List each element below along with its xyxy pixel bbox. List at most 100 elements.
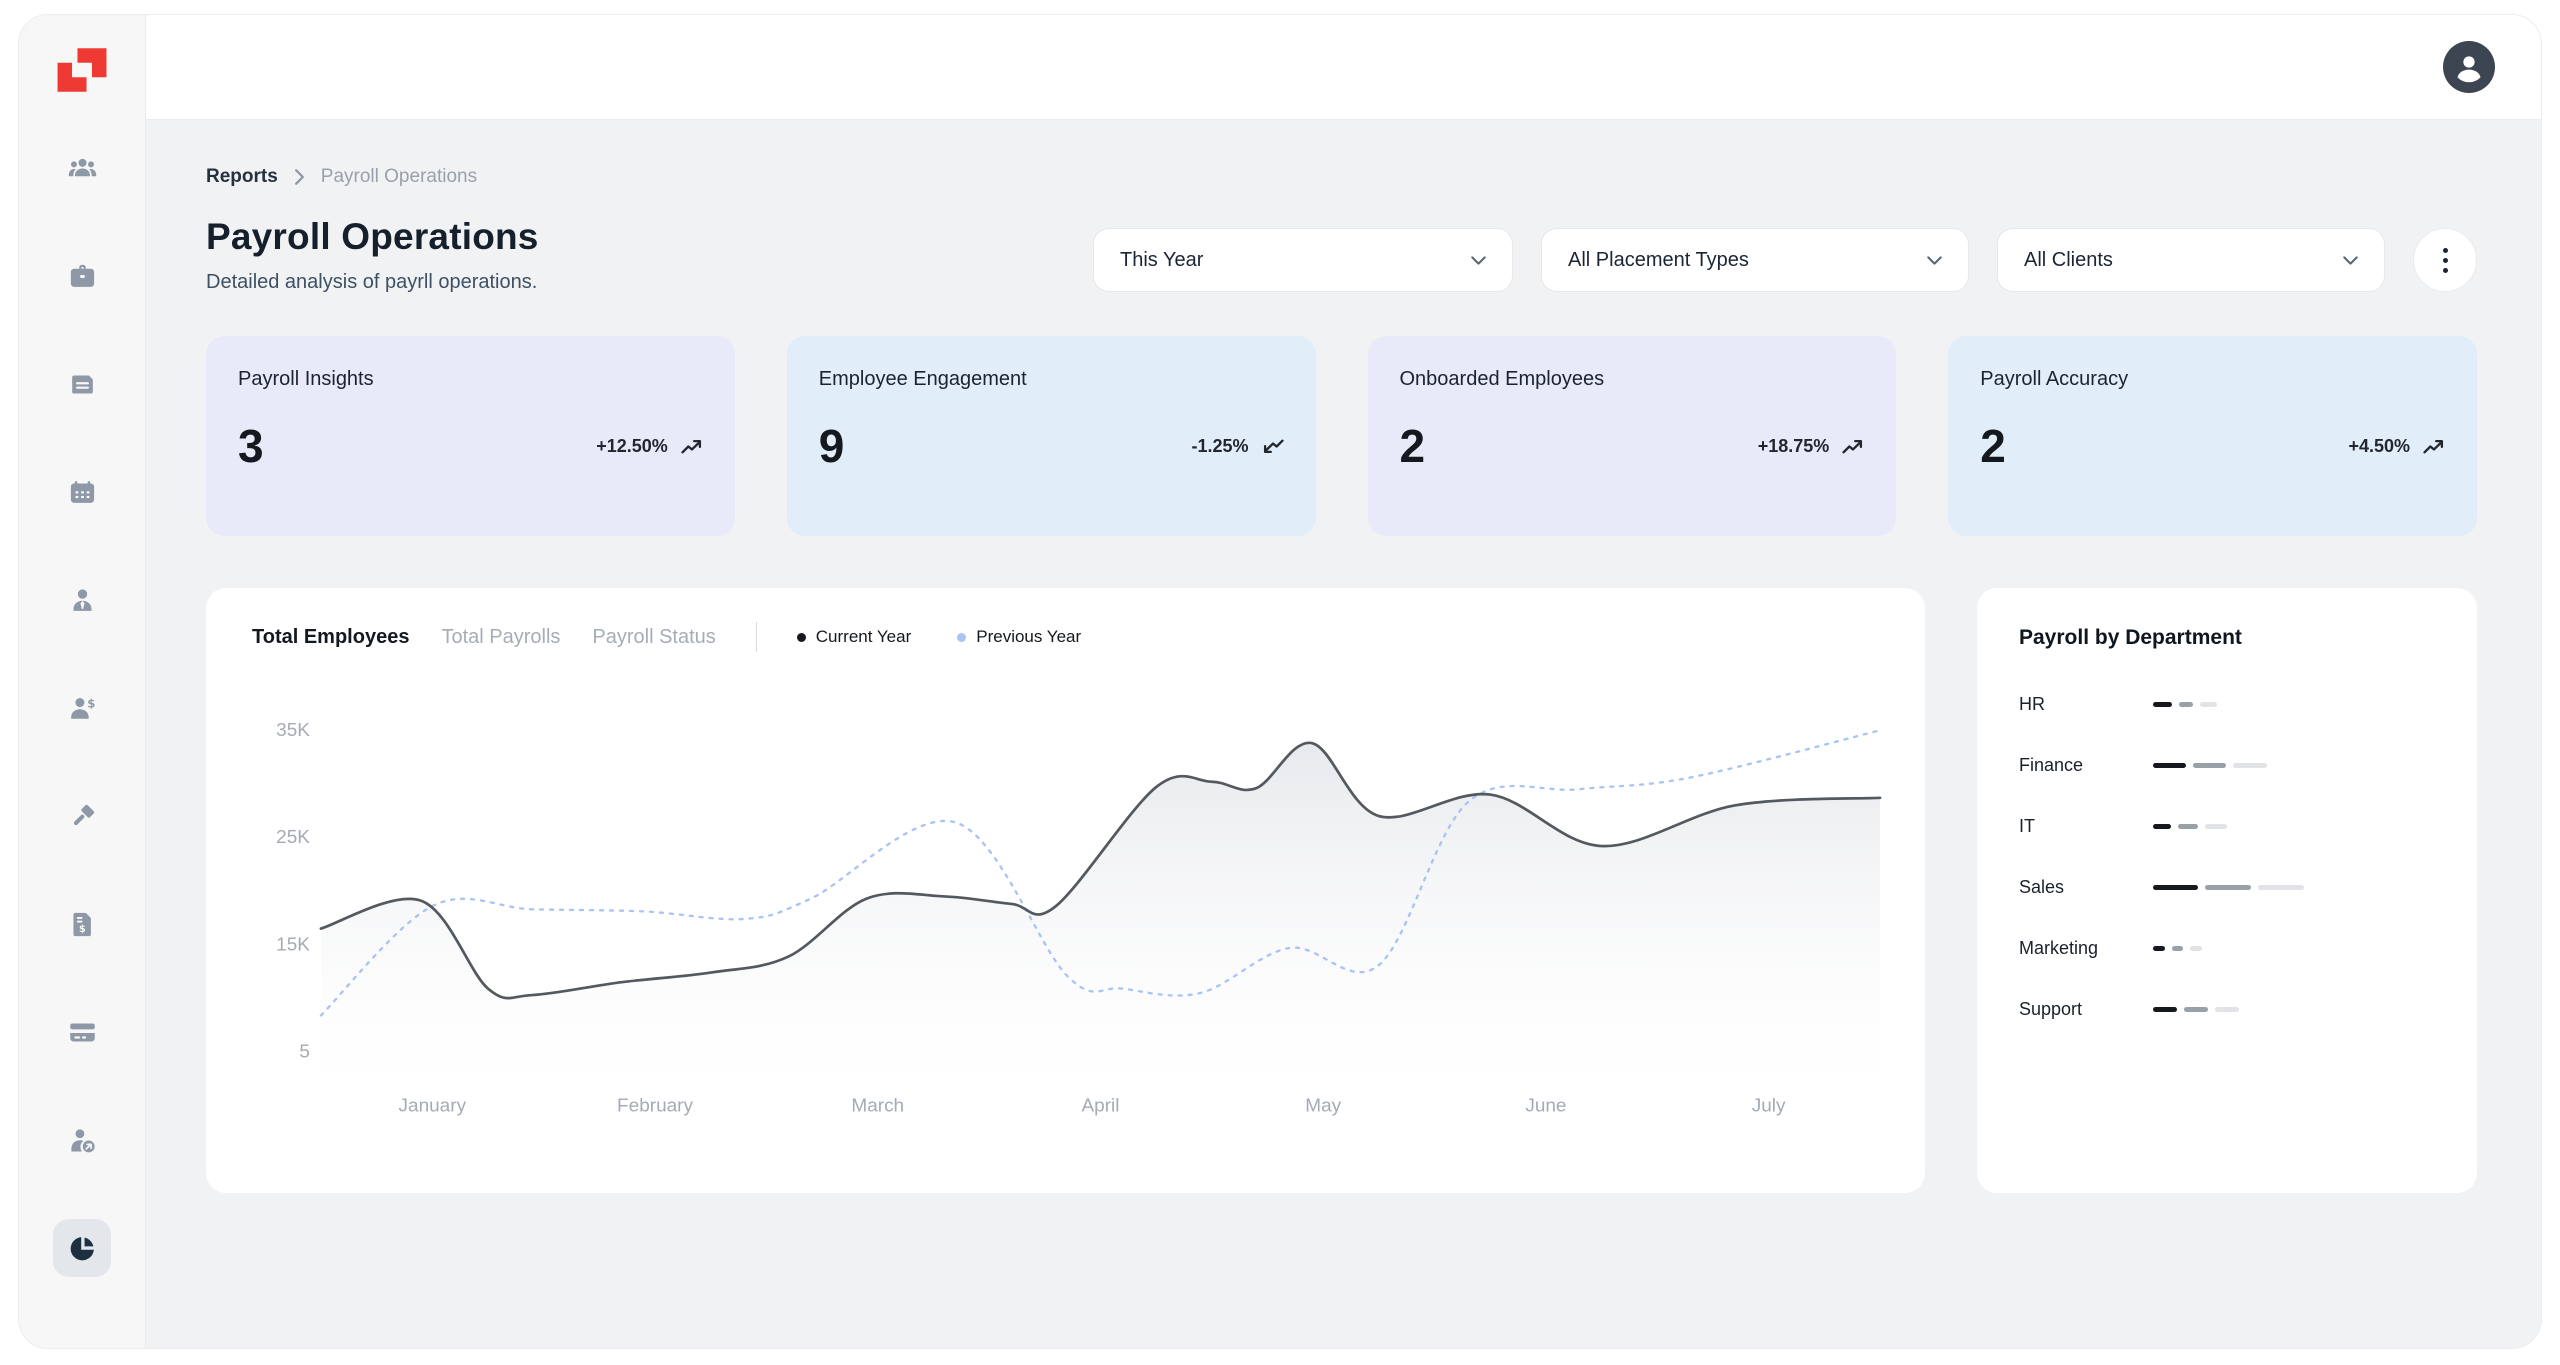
bar-segment [2205,885,2251,890]
y-axis-label: 35K [276,719,310,740]
trend-up-icon [2423,438,2445,455]
page-title: Payroll Operations [206,216,539,258]
sidebar-item-calendar[interactable] [53,463,111,521]
stat-change: +4.50% [2348,436,2445,457]
bar-segment [2172,946,2183,951]
clients-select[interactable]: All Clients [1997,228,2385,292]
stat-value: 9 [819,423,845,469]
app-frame: $ $ [18,14,2542,1349]
x-axis-label: January [399,1095,467,1116]
user-avatar-icon [2449,47,2489,87]
department-row: HR [2019,694,2435,715]
sidebar-item-team[interactable] [53,139,111,197]
topbar [146,15,2541,120]
content: Reports Payroll Operations Payroll Opera… [146,120,2541,1348]
breadcrumb-reports-link[interactable]: Reports [206,166,278,188]
period-select[interactable]: This Year [1093,228,1513,292]
x-axis-label: July [1752,1095,1786,1116]
department-label: HR [2019,694,2153,715]
sidebar-item-documents[interactable] [53,355,111,413]
trend-up-icon [681,438,703,455]
header-row: Payroll Operations Detailed analysis of … [206,216,2477,294]
department-label: Support [2019,999,2153,1020]
sidebar: $ $ [19,15,146,1348]
sidebar-item-invoices[interactable]: $ [53,895,111,953]
stat-cards: Payroll Insights 3 +12.50% Employee Enga… [206,336,2477,536]
sidebar-item-compliance[interactable] [53,787,111,845]
bar-segment [2153,763,2186,768]
x-axis-label: February [617,1095,694,1116]
payroll-dashboard-page: $ $ [0,0,2560,1365]
placement-type-select-value: All Placement Types [1568,249,1749,272]
sidebar-item-offboarding[interactable] [53,1111,111,1169]
tab-payroll-status[interactable]: Payroll Status [592,626,715,649]
total-employees-line-chart[interactable]: 35K25K15K5JanuaryFebruaryMarchAprilMayJu… [236,662,1895,1142]
chart-area-fill [321,743,1880,1089]
legend-dot-previous [957,633,966,642]
stat-change: +18.75% [1758,436,1865,457]
stat-card-employee-engagement: Employee Engagement 9 -1.25% [787,336,1316,536]
chevron-down-icon [1471,256,1486,265]
calendar-icon [67,477,98,508]
department-panel-title: Payroll by Department [2019,626,2435,650]
document-icon [67,369,98,400]
department-bar [2153,763,2267,768]
department-label: Sales [2019,877,2153,898]
x-axis-label: April [1081,1095,1119,1116]
period-select-value: This Year [1120,249,1203,272]
bar-segment [2190,946,2202,951]
employees-chart-card: Total Employees Total Payrolls Payroll S… [206,588,1925,1193]
user-dollar-icon: $ [67,693,98,724]
sidebar-item-employees[interactable] [53,571,111,629]
kebab-menu-icon [2443,248,2448,253]
bar-segment [2153,885,2198,890]
tab-total-payrolls[interactable]: Total Payrolls [441,626,560,649]
chart-legend: Current Year Previous Year [797,627,1081,647]
chevron-right-icon [294,169,305,185]
page-header: Payroll Operations Detailed analysis of … [206,216,539,294]
app-logo-icon[interactable] [53,41,111,99]
department-row: IT [2019,816,2435,837]
bar-segment [2153,702,2172,707]
clients-select-value: All Clients [2024,249,2113,272]
sidebar-item-payees[interactable]: $ [53,679,111,737]
team-icon [67,153,98,184]
sidebar-item-payments[interactable] [53,1003,111,1061]
department-rows: HRFinanceITSalesMarketingSupport [2019,694,2435,1020]
bar-segment [2179,702,2193,707]
department-row: Marketing [2019,938,2435,959]
employee-icon [67,585,98,616]
department-row: Support [2019,999,2435,1020]
stat-change: +12.50% [596,436,703,457]
y-axis-label: 25K [276,826,310,847]
payroll-by-department-card: Payroll by Department HRFinanceITSalesMa… [1977,588,2477,1193]
department-bar [2153,824,2227,829]
briefcase-icon [67,261,98,292]
stat-label: Payroll Insights [238,368,703,391]
more-options-button[interactable] [2413,228,2477,292]
placement-type-select[interactable]: All Placement Types [1541,228,1969,292]
bar-segment [2153,824,2171,829]
stat-label: Onboarded Employees [1400,368,1865,391]
department-label: Marketing [2019,938,2153,959]
x-axis-label: May [1305,1095,1342,1116]
sidebar-item-reports[interactable] [53,1219,111,1277]
breadcrumb-current: Payroll Operations [321,166,477,188]
bar-segment [2178,824,2198,829]
department-bar [2153,1007,2239,1012]
bar-segment [2193,763,2226,768]
credit-card-icon [67,1017,98,1048]
bar-segment [2258,885,2304,890]
sidebar-item-jobs[interactable] [53,247,111,305]
trend-down-icon [1262,438,1284,455]
page-subtitle: Detailed analysis of payrll operations. [206,271,539,294]
svg-text:$: $ [87,696,95,710]
pie-chart-icon [67,1233,98,1264]
chart-header: Total Employees Total Payrolls Payroll S… [236,622,1895,652]
stat-card-payroll-insights: Payroll Insights 3 +12.50% [206,336,735,536]
user-avatar-button[interactable] [2443,41,2495,93]
stat-value: 2 [1400,423,1426,469]
x-axis-label: March [851,1095,904,1116]
stat-card-onboarded-employees: Onboarded Employees 2 +18.75% [1368,336,1897,536]
tab-total-employees[interactable]: Total Employees [252,626,409,649]
